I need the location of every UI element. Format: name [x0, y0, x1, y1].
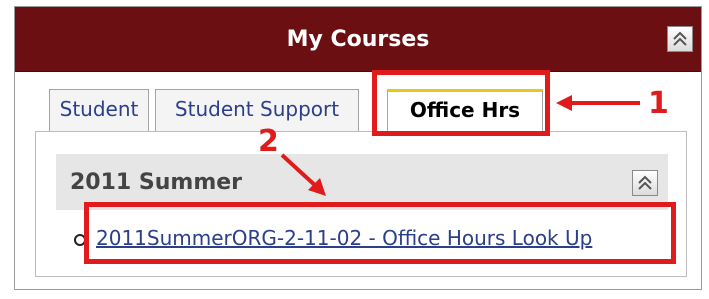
annotation-arrows [280, 95, 640, 196]
arrow-1-head [556, 95, 572, 111]
arrow-2 [280, 153, 320, 190]
